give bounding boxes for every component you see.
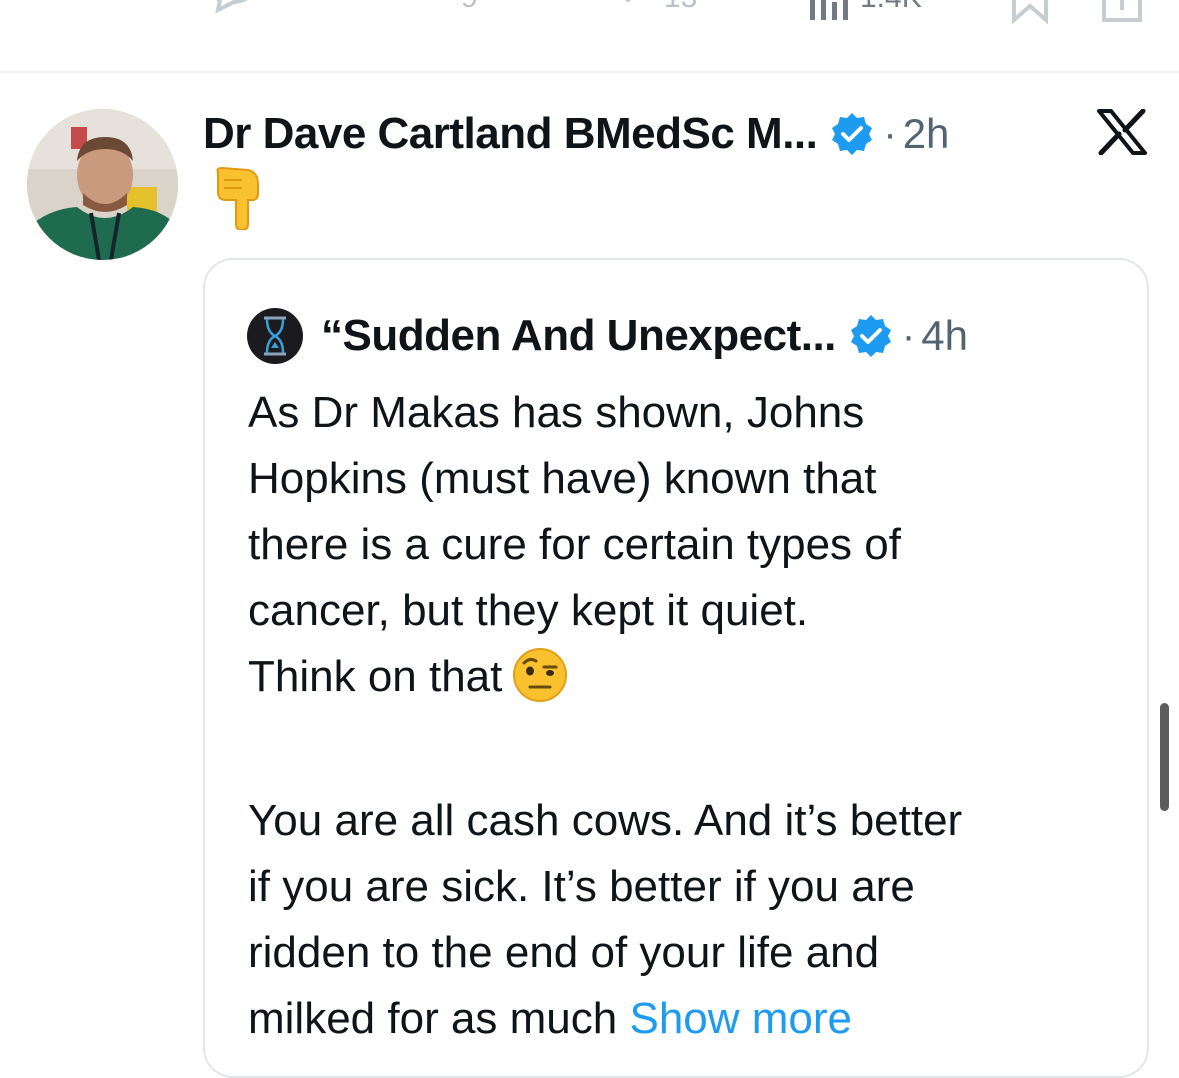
face-with-raised-eyebrow-emoji-icon — [512, 647, 568, 722]
reply-icon — [215, 0, 248, 14]
previous-tweet-actions: 9 13 1.4K — [0, 0, 1179, 72]
view-count: 1.4K — [860, 0, 922, 15]
quoted-text-line-with-emoji: Think on that — [248, 644, 1128, 722]
quoted-tweet-time[interactable]: 4h — [921, 312, 968, 360]
author-name[interactable]: Dr Dave Cartland BMedSc M... — [203, 109, 818, 159]
reply-button[interactable] — [200, 0, 272, 26]
views-button[interactable]: 1.4K — [808, 0, 922, 26]
tweet-divider — [0, 71, 1179, 73]
quoted-text-line: there is a cure for certain types of — [248, 520, 901, 569]
retweet-count: 9 — [461, 0, 478, 15]
quoted-tweet-text: As Dr Makas has shown, Johns Hopkins (mu… — [248, 380, 1128, 1052]
quoted-separator-dot: · — [901, 313, 916, 358]
quoted-author-avatar[interactable] — [247, 308, 303, 364]
x-logo-icon — [1097, 108, 1147, 160]
quoted-text-last-line: milked for as much Show more — [248, 986, 1128, 1052]
like-count: 13 — [664, 0, 697, 15]
quoted-author-name[interactable]: “Sudden And Unexpect... — [321, 311, 836, 361]
bookmark-icon — [1012, 0, 1048, 25]
share-icon — [1102, 0, 1142, 22]
avatar-photo — [27, 109, 178, 260]
tweet-time[interactable]: 2h — [903, 110, 950, 158]
retweet-button[interactable]: 9 — [405, 0, 478, 26]
separator-dot: · — [883, 111, 897, 156]
like-button[interactable]: 13 — [600, 0, 697, 26]
pointing-down-emoji-icon — [212, 166, 264, 235]
quoted-tweet-card[interactable]: “Sudden And Unexpect... · 4h As Dr Makas… — [203, 258, 1149, 1078]
quoted-text-line: You are all cash cows. And it’s better — [248, 796, 963, 845]
quoted-text-line: cancer, but they kept it quiet. — [248, 586, 809, 635]
show-more-link[interactable]: Show more — [629, 994, 852, 1043]
quoted-tweet-header: “Sudden And Unexpect... · 4h — [247, 308, 968, 364]
retweet-icon — [405, 0, 453, 26]
heart-icon — [624, 0, 632, 3]
quoted-text-line: As Dr Makas has shown, Johns — [248, 388, 865, 437]
quoted-verified-badge-icon — [848, 313, 894, 359]
verified-badge-icon — [829, 111, 875, 157]
views-chart-icon — [810, 0, 848, 20]
tweet-header: Dr Dave Cartland BMedSc M... · 2h — [203, 104, 1149, 164]
author-avatar[interactable] — [27, 109, 178, 260]
quoted-text-line: milked for as much — [248, 994, 630, 1043]
bookmark-button[interactable] — [1010, 0, 1050, 26]
quoted-text-line: if you are sick. It’s better if you are — [248, 862, 915, 911]
quoted-text-line: ridden to the end of your life and — [248, 928, 880, 977]
quoted-text-line: Hopkins (must have) known that — [248, 454, 877, 503]
share-button[interactable] — [1100, 0, 1144, 26]
scrollbar-thumb[interactable] — [1160, 703, 1169, 811]
hourglass-icon — [264, 316, 286, 356]
quoted-text-line: Think on that — [248, 652, 503, 701]
